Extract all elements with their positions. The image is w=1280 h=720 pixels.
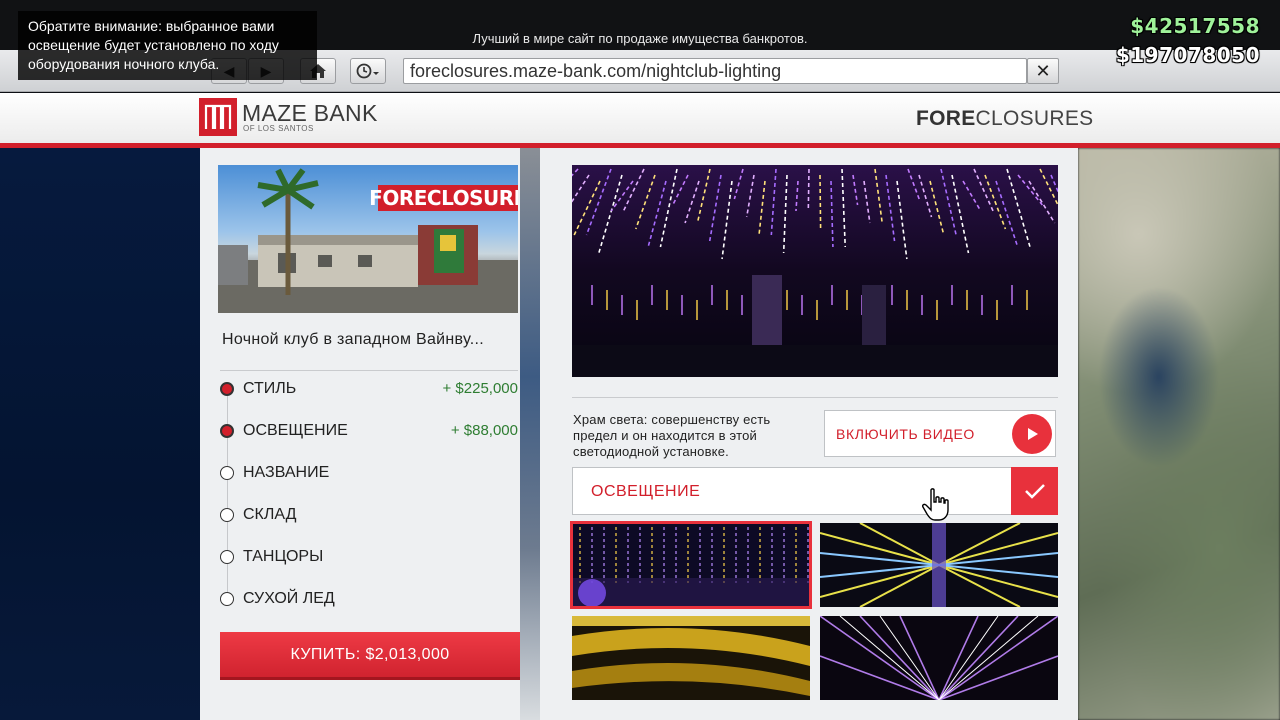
option-price: + $225,000 xyxy=(442,380,519,397)
lighting-option-3[interactable] xyxy=(572,616,810,700)
history-button[interactable] xyxy=(350,58,386,84)
lighting-option-2[interactable] xyxy=(820,523,1058,607)
clock-icon xyxy=(356,63,379,79)
background-map xyxy=(1078,148,1280,720)
option-storage[interactable]: СКЛАД xyxy=(220,503,518,527)
option-label: СУХОЙ ЛЕД xyxy=(243,590,335,607)
close-icon: ✕ xyxy=(1035,60,1051,81)
radio-empty-icon xyxy=(220,592,234,606)
maze-bank-logo-icon xyxy=(199,98,237,136)
logo-subtitle: OF LOS SANTOS xyxy=(243,124,314,133)
divider xyxy=(572,397,1058,398)
cash-balance: $42517558 xyxy=(1130,14,1260,38)
radio-selected-icon xyxy=(220,424,234,438)
section-title-bold: FORE xyxy=(916,107,976,130)
close-button[interactable]: ✕ xyxy=(1027,58,1059,84)
option-style[interactable]: СТИЛЬ + $225,000 xyxy=(220,377,518,401)
play-icon xyxy=(1012,414,1052,454)
option-label: СКЛАД xyxy=(243,506,297,523)
radio-empty-icon xyxy=(220,466,234,480)
detail-panel: Храм света: совершенству есть предел и о… xyxy=(540,148,1078,720)
lighting-preview-image xyxy=(572,165,1058,377)
divider xyxy=(220,370,518,371)
radio-selected-icon xyxy=(220,382,234,396)
option-name[interactable]: НАЗВАНИЕ xyxy=(220,461,518,485)
logo-title: MAZE BANK xyxy=(242,100,378,126)
selector-label: ОСВЕЩЕНИЕ xyxy=(591,483,701,500)
property-panel: FORECLOSURE Ночной клуб в западном Вайнв… xyxy=(200,148,520,720)
lighting-description: Храм света: совершенству есть предел и о… xyxy=(573,412,771,459)
option-label: НАЗВАНИЕ xyxy=(243,464,330,481)
option-lighting[interactable]: ОСВЕЩЕНИЕ + $88,000 xyxy=(220,419,518,443)
radio-empty-icon xyxy=(220,508,234,522)
checkmark-icon xyxy=(1011,467,1058,515)
play-video-label: ВКЛЮЧИТЬ ВИДЕО xyxy=(836,426,975,442)
help-notice: Обратите внимание: выбранное вами освеще… xyxy=(18,11,317,80)
section-title-rest: CLOSURES xyxy=(975,107,1094,130)
buy-button[interactable]: КУПИТЬ: $2,013,000 xyxy=(220,632,520,680)
option-label: ОСВЕЩЕНИЕ xyxy=(243,422,348,439)
lighting-option-1[interactable] xyxy=(570,521,812,609)
radio-empty-icon xyxy=(220,550,234,564)
background-left xyxy=(0,148,200,720)
lighting-option-4[interactable] xyxy=(820,616,1058,700)
play-video-button[interactable]: ВКЛЮЧИТЬ ВИДЕО xyxy=(824,410,1056,457)
option-label: ТАНЦОРЫ xyxy=(243,548,324,565)
background-mid xyxy=(520,148,540,720)
property-name: Ночной клуб в западном Вайнву... xyxy=(222,331,484,348)
bank-balance: $197078050 xyxy=(1115,43,1260,67)
option-price: + $88,000 xyxy=(450,422,518,439)
section-title: FORECLOSURES xyxy=(916,107,1093,131)
lighting-selector[interactable]: ОСВЕЩЕНИЕ xyxy=(572,467,1058,515)
address-bar[interactable]: foreclosures.maze-bank.com/nightclub-lig… xyxy=(403,58,1027,84)
option-label: СТИЛЬ xyxy=(243,380,297,397)
foreclosure-badge: FORECLOSURE xyxy=(369,185,518,211)
option-dancers[interactable]: ТАНЦОРЫ xyxy=(220,545,518,569)
site-header: MAZE BANK OF LOS SANTOS FORECLOSURES xyxy=(0,93,1280,143)
hand-cursor-icon xyxy=(922,488,950,527)
option-dry-ice[interactable]: СУХОЙ ЛЕД xyxy=(220,587,518,611)
property-image: FORECLOSURE xyxy=(218,165,518,313)
